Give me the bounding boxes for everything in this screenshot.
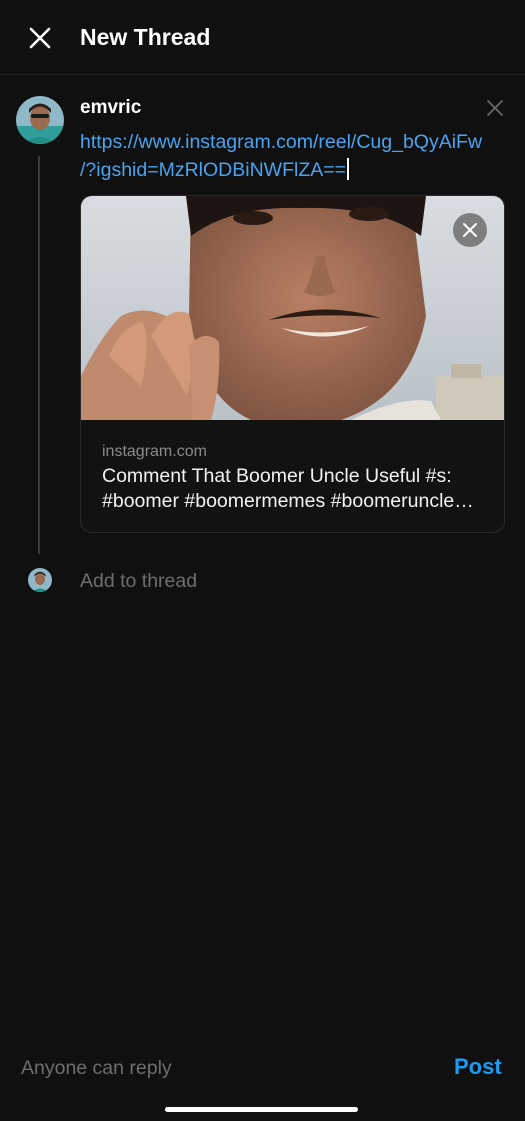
home-indicator xyxy=(165,1107,358,1112)
close-icon xyxy=(463,223,477,237)
top-bar: New Thread xyxy=(0,0,525,75)
close-icon[interactable] xyxy=(26,24,54,52)
page-title: New Thread xyxy=(80,24,211,50)
link-preview-card[interactable]: instagram.com Comment That Boomer Uncle … xyxy=(80,195,505,533)
video-thumbnail[interactable] xyxy=(81,196,504,420)
preview-title: Comment That Boomer Uncle Useful #s: #bo… xyxy=(102,464,487,514)
remove-preview-button[interactable] xyxy=(453,213,487,247)
link-line-2-text[interactable]: /?igshid=MzRlODBiNWFlZA== xyxy=(80,159,346,181)
preview-domain: instagram.com xyxy=(102,443,207,460)
post-text-input[interactable]: https://www.instagram.com/reel/Cug_bQyAi… xyxy=(80,128,510,184)
avatar xyxy=(28,568,52,592)
post-button[interactable]: Post xyxy=(454,1053,502,1081)
username: emvric xyxy=(80,97,142,118)
remove-post-icon[interactable] xyxy=(486,99,504,117)
add-to-thread-input[interactable]: Add to thread xyxy=(80,568,197,594)
preview-title-line-2: #boomer #boomermemes #boomeruncle… xyxy=(102,490,474,512)
link-line-1[interactable]: https://www.instagram.com/reel/Cug_bQyAi… xyxy=(80,128,510,156)
preview-title-line-1: Comment That Boomer Uncle Useful #s: xyxy=(102,465,452,487)
thread-line xyxy=(38,156,40,554)
link-line-2[interactable]: /?igshid=MzRlODBiNWFlZA== xyxy=(80,156,510,184)
avatar[interactable] xyxy=(16,96,64,144)
text-cursor xyxy=(347,158,350,180)
reply-setting-button[interactable]: Anyone can reply xyxy=(21,1055,172,1081)
